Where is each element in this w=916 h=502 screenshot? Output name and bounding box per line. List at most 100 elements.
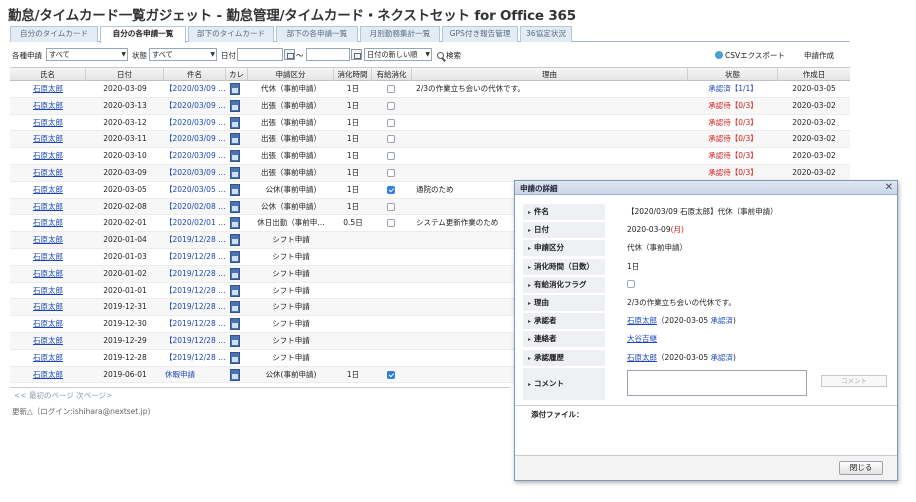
employee-name-link[interactable]: 石原太郎 — [10, 81, 86, 97]
calendar-icon[interactable] — [230, 166, 240, 179]
tab-gps-report[interactable]: GPS付き報告管理 — [442, 26, 518, 42]
paid-flag-checkbox[interactable] — [387, 219, 395, 228]
tab-my-timecard[interactable]: 自分のタイムカード — [10, 26, 98, 42]
employee-name-link[interactable]: 石原太郎 — [10, 199, 86, 215]
status-link[interactable]: 承認待【0/3】 — [688, 131, 778, 147]
sort-select[interactable]: 日付の新しい順 ▼ — [364, 48, 432, 61]
subject-link[interactable]: 【2020/03/09 … — [164, 148, 226, 164]
table-row[interactable]: 石原太郎 2020-03-12 【2020/03/09 … 出張（事前申請） 1日 承認待… — [10, 115, 850, 132]
subject-link[interactable]: 【2020/03/09 … — [164, 131, 226, 147]
paid-flag-checkbox[interactable] — [387, 168, 395, 177]
date-to-input[interactable] — [306, 48, 350, 61]
calendar-icon[interactable] — [230, 267, 240, 280]
subject-link[interactable]: 【2019/12/28 … — [164, 249, 226, 265]
employee-name-link[interactable]: 石原太郎 — [10, 148, 86, 164]
paid-flag-checkbox[interactable] — [627, 279, 635, 288]
calendar-icon[interactable] — [230, 368, 240, 381]
calendar-icon[interactable] — [230, 183, 240, 196]
subject-link[interactable]: 【2019/12/28 … — [164, 232, 226, 248]
calendar-icon[interactable] — [230, 83, 240, 95]
status-link[interactable]: 承認待【0/3】 — [688, 148, 778, 164]
status-link[interactable]: 承認済【1/1】 — [688, 81, 778, 97]
employee-name-link[interactable]: 石原太郎 — [10, 283, 86, 299]
col-status[interactable]: 状態 — [688, 68, 778, 81]
calendar-icon[interactable] — [230, 284, 240, 297]
employee-name-link[interactable]: 石原太郎 — [10, 367, 86, 383]
subject-link[interactable]: 【2019/12/28 … — [164, 283, 226, 299]
date-from-input[interactable] — [237, 48, 283, 61]
table-row[interactable]: 石原太郎 2020-03-09 【2020/03/09 … 代休（事前申請） 1日 2/3… — [10, 81, 850, 98]
tab-sub-timecard[interactable]: 部下のタイムカード — [188, 26, 274, 42]
calendar-icon[interactable] — [230, 116, 240, 129]
col-calendar[interactable]: カレ — [226, 68, 248, 81]
calendar-icon[interactable] — [230, 301, 240, 314]
subject-link[interactable]: 【2019/12/28 … — [164, 350, 226, 366]
paid-flag-checkbox[interactable] — [387, 118, 395, 127]
close-icon[interactable]: ✕ — [885, 181, 893, 194]
col-reason[interactable]: 理由 — [412, 68, 688, 81]
subject-link[interactable]: 【2020/03/09 … — [164, 98, 226, 114]
employee-name-link[interactable]: 石原太郎 — [10, 333, 86, 349]
calendar-icon[interactable] — [230, 99, 240, 112]
search-button[interactable]: 検索 — [437, 50, 461, 61]
col-date[interactable]: 日付 — [86, 68, 164, 81]
subject-link[interactable]: 【2020/03/05 … — [164, 182, 226, 198]
employee-name-link[interactable]: 石原太郎 — [10, 98, 86, 114]
tab-36-agreement[interactable]: 36協定状況 — [520, 26, 572, 42]
paid-flag-checkbox[interactable] — [387, 202, 395, 211]
subject-link[interactable]: 【2019/12/28 … — [164, 333, 226, 349]
employee-name-link[interactable]: 石原太郎 — [10, 232, 86, 248]
close-button[interactable]: 閉じる — [839, 461, 883, 475]
pager-links[interactable]: << 最初のページ 次ページ> — [14, 390, 112, 401]
subject-link[interactable]: 【2019/12/28 … — [164, 299, 226, 315]
employee-name-link[interactable]: 石原太郎 — [10, 249, 86, 265]
employee-name-link[interactable]: 石原太郎 — [10, 182, 86, 198]
calendar-icon[interactable] — [230, 200, 240, 213]
calendar-icon[interactable] — [230, 250, 240, 263]
comment-textarea[interactable] — [627, 369, 807, 396]
paid-flag-checkbox[interactable] — [387, 370, 395, 379]
subject-link[interactable]: 休暇申請 — [164, 367, 226, 383]
employee-name-link[interactable]: 石原太郎 — [10, 316, 86, 332]
col-created[interactable]: 作成日 — [778, 68, 850, 81]
table-row[interactable]: 石原太郎 2020-03-13 【2020/03/09 … 出張（事前申請） 1日 承認待… — [10, 97, 850, 115]
comment-button[interactable]: コメント — [821, 374, 887, 387]
col-name[interactable]: 氏名 — [10, 68, 86, 81]
calendar-icon[interactable] — [230, 318, 240, 331]
col-item[interactable]: 件名 — [164, 68, 226, 81]
status-link[interactable]: 承認待【0/3】 — [688, 98, 778, 114]
employee-name-link[interactable]: 石原太郎 — [10, 299, 86, 315]
paid-flag-checkbox[interactable] — [387, 185, 395, 194]
col-kubun[interactable]: 申請区分 — [248, 68, 334, 81]
calendar-icon[interactable] — [351, 49, 362, 60]
calendar-icon[interactable] — [230, 334, 240, 347]
state-select[interactable]: すべて ▼ — [149, 48, 217, 61]
paid-flag-checkbox[interactable] — [387, 152, 395, 161]
employee-name-link[interactable]: 石原太郎 — [10, 115, 86, 131]
table-row[interactable]: 石原太郎 2020-03-11 【2020/03/09 … 出張（事前申請） 1日 承認待… — [10, 131, 850, 149]
table-row[interactable]: 石原太郎 2020-03-10 【2020/03/09 … 出張（事前申請） 1日 承認待… — [10, 148, 850, 165]
contact-link[interactable]: 大谷吉継 — [627, 334, 657, 343]
paid-flag-checkbox[interactable] — [387, 101, 395, 110]
request-type-select[interactable]: すべて ▼ — [46, 48, 128, 61]
approver-link[interactable]: 石原太郎 — [627, 316, 657, 325]
subject-link[interactable]: 【2020/02/08 … — [164, 199, 226, 215]
tab-sub-requests[interactable]: 部下の各申請一覧 — [276, 26, 358, 42]
status-link[interactable]: 承認待【0/3】 — [688, 115, 778, 131]
subject-link[interactable]: 【2020/03/09 … — [164, 165, 226, 181]
paid-flag-checkbox[interactable] — [387, 135, 395, 144]
history-link[interactable]: 石原太郎 — [627, 353, 657, 362]
calendar-icon[interactable] — [230, 133, 240, 146]
calendar-icon[interactable] — [230, 150, 240, 163]
subject-link[interactable]: 【2020/02/01 … — [164, 215, 226, 231]
status-link[interactable]: 承認待【0/3】 — [688, 165, 778, 181]
calendar-icon[interactable] — [230, 234, 240, 247]
subject-link[interactable]: 【2020/03/09 … — [164, 115, 226, 131]
paid-flag-checkbox[interactable] — [387, 85, 395, 93]
tab-monthly-summary[interactable]: 月別勤務集計一覧 — [360, 26, 440, 42]
subject-link[interactable]: 【2020/03/09 … — [164, 81, 226, 97]
employee-name-link[interactable]: 石原太郎 — [10, 350, 86, 366]
employee-name-link[interactable]: 石原太郎 — [10, 266, 86, 282]
employee-name-link[interactable]: 石原太郎 — [10, 131, 86, 147]
employee-name-link[interactable]: 石原太郎 — [10, 165, 86, 181]
